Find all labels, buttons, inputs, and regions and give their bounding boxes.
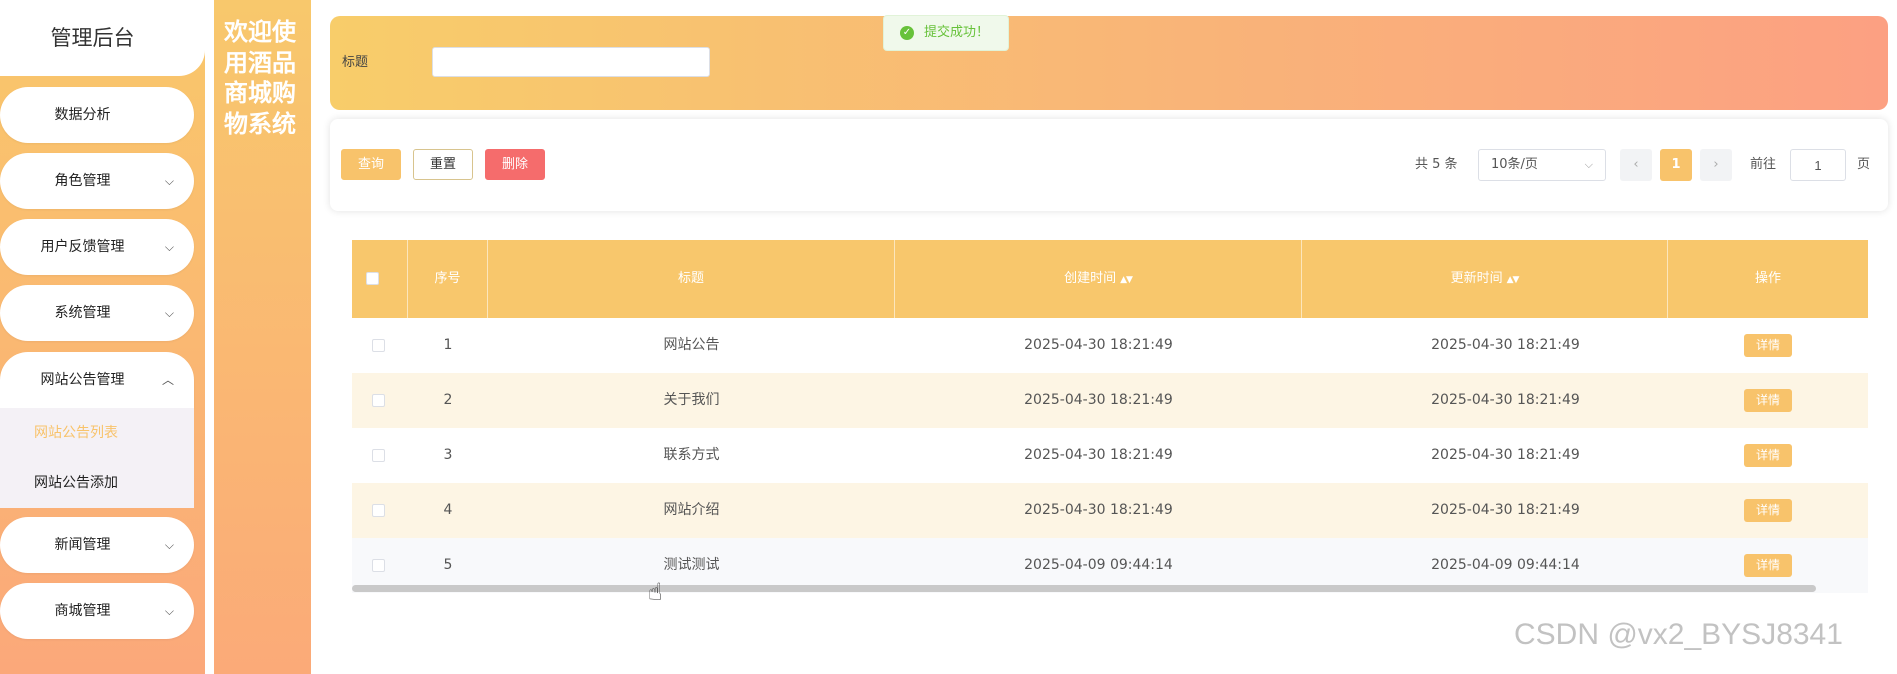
page-size-select[interactable]: 10条/页 ⌵: [1478, 149, 1606, 181]
cell-created: 2025-04-30 18:21:49: [1024, 447, 1173, 463]
sidebar-item-feedback-management[interactable]: 用户反馈管理 ⌵: [0, 219, 194, 275]
pagination-total: 共 5 条: [1415, 157, 1458, 172]
header-created-label: 创建时间: [1064, 271, 1117, 286]
cell-updated: 2025-04-30 18:21:49: [1431, 337, 1580, 353]
sidebar-item-announcement-management[interactable]: 网站公告管理 ︿: [0, 352, 194, 408]
cell-title: 网站介绍: [663, 502, 720, 518]
hand-cursor-icon: ☝: [648, 578, 663, 606]
header-updated-label: 更新时间: [1450, 271, 1503, 286]
toolbar: 查询 重置 删除 共 5 条 10条/页 ⌵ ‹ 1 › 前往 页: [330, 119, 1888, 211]
header-select-all: [352, 240, 408, 318]
cell-created: 2025-04-30 18:21:49: [1024, 502, 1173, 518]
cell-index: 1: [443, 337, 453, 353]
chevron-down-icon: ⌵: [164, 604, 174, 618]
detail-button[interactable]: 详情: [1744, 444, 1792, 467]
sidebar-item-mall-management[interactable]: 商城管理 ⌵: [0, 583, 194, 639]
submenu-item-announcement-list[interactable]: 网站公告列表: [34, 422, 118, 442]
sidebar-item-role-management[interactable]: 角色管理 ⌵: [0, 153, 194, 209]
sidebar-item-label: 系统管理: [54, 305, 111, 321]
cell-title: 联系方式: [663, 447, 720, 463]
success-toast: ✓ 提交成功！: [883, 15, 1009, 51]
row-checkbox[interactable]: [372, 339, 385, 352]
submenu-announcement: 网站公告列表 网站公告添加: [0, 408, 194, 508]
row-checkbox[interactable]: [372, 394, 385, 407]
submenu-item-announcement-add[interactable]: 网站公告添加: [34, 472, 118, 492]
detail-button[interactable]: 详情: [1744, 334, 1792, 357]
detail-button[interactable]: 详情: [1744, 499, 1792, 522]
welcome-text: 欢迎使用酒品商城购物系统: [224, 18, 296, 138]
delete-button[interactable]: 删除: [485, 149, 545, 180]
sidebar-item-system-management[interactable]: 系统管理 ⌵: [0, 285, 194, 341]
sidebar-item-label: 数据分析: [54, 107, 111, 123]
header-title: 标题: [488, 240, 895, 318]
reset-button[interactable]: 重置: [413, 149, 473, 180]
page-jump-input[interactable]: [1790, 149, 1846, 181]
cell-index: 3: [443, 447, 453, 463]
row-checkbox[interactable]: [372, 504, 385, 517]
sidebar-item-label: 新闻管理: [54, 537, 111, 553]
sort-icon[interactable]: ▲▼: [1120, 275, 1133, 285]
table-header: 序号 标题 创建时间 ▲▼ 更新时间 ▲▼ 操作: [352, 240, 1868, 318]
sort-icon[interactable]: ▲▼: [1507, 275, 1520, 285]
goto-label: 前往: [1750, 157, 1777, 172]
horizontal-scrollbar[interactable]: [352, 585, 1816, 592]
sidebar-item-data-analysis[interactable]: 数据分析: [0, 87, 194, 143]
chevron-down-icon: ⌵: [164, 306, 174, 320]
cell-created: 2025-04-30 18:21:49: [1024, 392, 1173, 408]
header-actions: 操作: [1754, 271, 1781, 286]
cell-updated: 2025-04-30 18:21:49: [1431, 502, 1580, 518]
table-row: 3 联系方式 2025-04-30 18:21:49 2025-04-30 18…: [352, 428, 1868, 483]
next-page-button[interactable]: ›: [1700, 149, 1732, 181]
sidebar-item-label: 网站公告管理: [40, 372, 125, 388]
table-row: 1 网站公告 2025-04-30 18:21:49 2025-04-30 18…: [352, 318, 1868, 373]
sidebar: 管理后台 数据分析 角色管理 ⌵ 用户反馈管理 ⌵ 系统管理 ⌵ 网站公告管理 …: [0, 0, 205, 674]
page-number-current[interactable]: 1: [1660, 149, 1692, 181]
header-created[interactable]: 创建时间 ▲▼: [895, 240, 1302, 318]
sidebar-item-label: 用户反馈管理: [40, 239, 125, 255]
cell-index: 4: [443, 502, 453, 518]
chevron-down-icon: ⌵: [164, 240, 174, 254]
search-label: 标题: [342, 55, 369, 70]
page-suffix-label: 页: [1857, 157, 1871, 172]
sidebar-item-label: 商城管理: [54, 603, 111, 619]
title-search-input[interactable]: [432, 47, 710, 77]
sidebar-title-text: 管理后台: [50, 26, 135, 50]
watermark: CSDN @vx2_BYSJ8341: [1514, 618, 1843, 651]
search-bar: 标题: [330, 16, 1888, 110]
cell-title: 关于我们: [663, 392, 720, 408]
cell-updated: 2025-04-30 18:21:49: [1431, 447, 1580, 463]
prev-page-button[interactable]: ‹: [1620, 149, 1652, 181]
row-checkbox[interactable]: [372, 449, 385, 462]
chevron-down-icon: ⌵: [164, 538, 174, 552]
select-all-checkbox[interactable]: [366, 272, 379, 285]
cell-updated: 2025-04-30 18:21:49: [1431, 392, 1580, 408]
announcement-table: 序号 标题 创建时间 ▲▼ 更新时间 ▲▼ 操作 1 网站公告 2025-04-30…: [352, 240, 1868, 595]
sidebar-item-label: 角色管理: [54, 173, 111, 189]
cell-title: 网站公告: [663, 337, 720, 353]
sidebar-item-news-management[interactable]: 新闻管理 ⌵: [0, 517, 194, 573]
search-button[interactable]: 查询: [341, 149, 401, 180]
chevron-up-icon: ︿: [161, 373, 174, 387]
detail-button[interactable]: 详情: [1744, 554, 1792, 577]
header-updated[interactable]: 更新时间 ▲▼: [1302, 240, 1668, 318]
table-row: 4 网站介绍 2025-04-30 18:21:49 2025-04-30 18…: [352, 483, 1868, 538]
row-checkbox[interactable]: [372, 559, 385, 572]
check-circle-icon: ✓: [900, 26, 914, 40]
detail-button[interactable]: 详情: [1744, 389, 1792, 412]
welcome-banner: 欢迎使用酒品商城购物系统: [214, 0, 311, 674]
chevron-down-icon: ⌵: [1584, 158, 1593, 171]
cell-index: 2: [443, 392, 453, 408]
header-index: 序号: [408, 240, 488, 318]
cell-created: 2025-04-30 18:21:49: [1024, 337, 1173, 353]
page-size-label: 10条/页: [1491, 157, 1538, 172]
toast-text: 提交成功！: [924, 25, 990, 40]
table-row: 2 关于我们 2025-04-30 18:21:49 2025-04-30 18…: [352, 373, 1868, 428]
chevron-down-icon: ⌵: [164, 174, 174, 188]
sidebar-title: 管理后台: [0, 0, 205, 76]
